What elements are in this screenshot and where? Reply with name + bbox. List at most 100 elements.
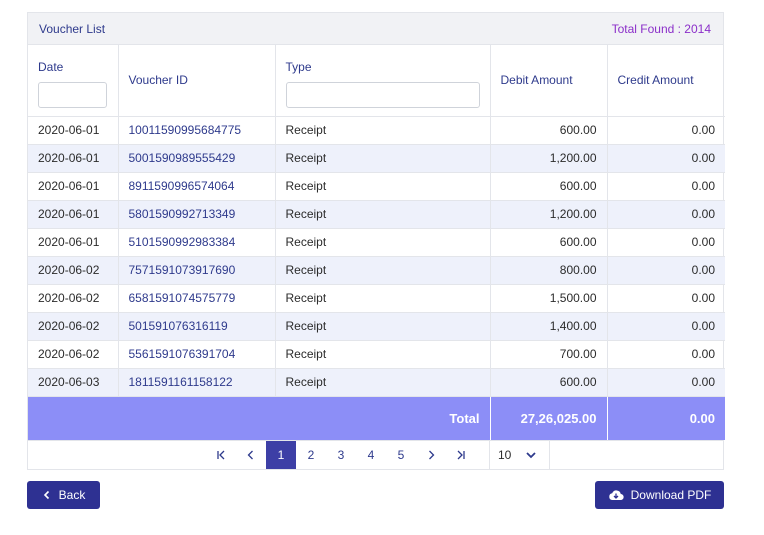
table-row: 2020-06-02 501591076316119 Receipt 1,400.00… bbox=[28, 312, 725, 341]
cell-type: Receipt bbox=[275, 172, 491, 201]
column-header-credit[interactable]: Credit Amount bbox=[607, 45, 725, 117]
cell-credit: 0.00 bbox=[607, 144, 725, 173]
pagination: 1 2 3 4 5 bbox=[206, 441, 476, 469]
column-header-debit[interactable]: Debit Amount bbox=[490, 45, 608, 117]
next-page-button[interactable] bbox=[416, 441, 446, 469]
table-row: 2020-06-02 5561591076391704 Receipt 700.00 0… bbox=[28, 340, 725, 369]
type-header-label: Type bbox=[285, 60, 312, 74]
cell-credit: 0.00 bbox=[607, 312, 725, 341]
cell-credit: 0.00 bbox=[607, 256, 725, 285]
cell-type: Receipt bbox=[275, 116, 491, 145]
chevron-down-icon bbox=[526, 452, 536, 459]
cell-date: 2020-06-01 bbox=[28, 144, 119, 173]
download-pdf-button[interactable]: Download PDF bbox=[595, 481, 724, 509]
table-row: 2020-06-01 10011590995684775 Receipt 600.00… bbox=[28, 116, 725, 145]
per-page-value: 10 bbox=[498, 448, 512, 462]
back-button-label: Back bbox=[58, 488, 86, 502]
card-title: Voucher List bbox=[39, 21, 106, 36]
cell-type: Receipt bbox=[275, 340, 491, 369]
page-button-5[interactable]: 5 bbox=[386, 441, 416, 469]
cell-date: 2020-06-02 bbox=[28, 284, 119, 313]
type-filter-input[interactable] bbox=[285, 82, 480, 108]
cell-voucher-id[interactable]: 5801590992713349 bbox=[118, 200, 276, 229]
table-row: 2020-06-02 6581591074575779 Receipt 1,500.0… bbox=[28, 284, 725, 313]
cell-credit: 0.00 bbox=[607, 172, 725, 201]
pagination-bar: 1 2 3 4 5 10 bbox=[28, 440, 723, 469]
cell-voucher-id[interactable]: 10011590995684775 bbox=[118, 116, 276, 145]
table-row: 2020-06-01 5101590992983384 Receipt 600.00 0… bbox=[28, 228, 725, 257]
cell-debit: 700.00 bbox=[490, 340, 608, 369]
first-page-icon bbox=[217, 450, 225, 460]
table-row: 2020-06-01 5001590989555429 Receipt 1,200.0… bbox=[28, 144, 725, 173]
cell-voucher-id[interactable]: 6581591074575779 bbox=[118, 284, 276, 313]
page-button-2[interactable]: 2 bbox=[296, 441, 326, 469]
chevron-left-icon bbox=[43, 490, 49, 500]
column-header-voucher-id[interactable]: Voucher ID bbox=[118, 45, 276, 117]
cell-type: Receipt bbox=[275, 228, 491, 257]
last-page-button[interactable] bbox=[446, 441, 476, 469]
cell-date: 2020-06-01 bbox=[28, 200, 119, 229]
cell-voucher-id[interactable]: 5561591076391704 bbox=[118, 340, 276, 369]
next-page-icon bbox=[429, 450, 435, 460]
cell-credit: 0.00 bbox=[607, 368, 725, 397]
cell-date: 2020-06-02 bbox=[28, 256, 119, 285]
cell-debit: 600.00 bbox=[490, 228, 608, 257]
table-header-row: Date Voucher ID Type Debit Amount Credit… bbox=[28, 45, 725, 117]
cell-date: 2020-06-03 bbox=[28, 368, 119, 397]
cell-type: Receipt bbox=[275, 284, 491, 313]
cloud-download-icon bbox=[608, 490, 624, 501]
cell-voucher-id[interactable]: 501591076316119 bbox=[118, 312, 276, 341]
totals-label: Total bbox=[28, 396, 491, 440]
last-page-icon bbox=[457, 450, 465, 460]
cell-type: Receipt bbox=[275, 312, 491, 341]
card-header: Voucher List Total Found : 2014 bbox=[28, 13, 723, 45]
cell-debit: 800.00 bbox=[490, 256, 608, 285]
cell-debit: 1,400.00 bbox=[490, 312, 608, 341]
column-header-type: Type bbox=[275, 45, 491, 117]
cell-voucher-id[interactable]: 5101590992983384 bbox=[118, 228, 276, 257]
cell-date: 2020-06-01 bbox=[28, 172, 119, 201]
cell-date: 2020-06-01 bbox=[28, 116, 119, 145]
table-row: 2020-06-03 1811591161158122 Receipt 600.00 0… bbox=[28, 368, 725, 397]
cell-debit: 600.00 bbox=[490, 116, 608, 145]
cell-voucher-id[interactable]: 7571591073917690 bbox=[118, 256, 276, 285]
page-button-3[interactable]: 3 bbox=[326, 441, 356, 469]
cell-date: 2020-06-01 bbox=[28, 228, 119, 257]
table-row: 2020-06-01 5801590992713349 Receipt 1,200.0… bbox=[28, 200, 725, 229]
totals-credit: 0.00 bbox=[607, 396, 725, 440]
cell-debit: 1,500.00 bbox=[490, 284, 608, 313]
cell-debit: 600.00 bbox=[490, 368, 608, 397]
date-header-label: Date bbox=[38, 60, 64, 74]
date-filter-input[interactable] bbox=[38, 82, 107, 108]
cell-debit: 600.00 bbox=[490, 172, 608, 201]
cell-voucher-id[interactable]: 1811591161158122 bbox=[118, 368, 276, 397]
previous-page-button[interactable] bbox=[236, 441, 266, 469]
cell-voucher-id[interactable]: 5001590989555429 bbox=[118, 144, 276, 173]
voucher-list-card: Voucher List Total Found : 2014 Date Vou… bbox=[27, 12, 725, 470]
cell-voucher-id[interactable]: 8911590996574064 bbox=[118, 172, 276, 201]
column-header-date: Date bbox=[28, 45, 119, 117]
cell-type: Receipt bbox=[275, 368, 491, 397]
cell-type: Receipt bbox=[275, 144, 491, 173]
cell-type: Receipt bbox=[275, 256, 491, 285]
first-page-button[interactable] bbox=[206, 441, 236, 469]
cell-debit: 1,200.00 bbox=[490, 200, 608, 229]
per-page-select[interactable]: 10 bbox=[489, 441, 550, 469]
cell-credit: 0.00 bbox=[607, 284, 725, 313]
download-pdf-label: Download PDF bbox=[630, 488, 712, 502]
table-row: 2020-06-02 7571591073917690 Receipt 800.00 0… bbox=[28, 256, 725, 285]
previous-page-icon bbox=[247, 450, 253, 460]
cell-credit: 0.00 bbox=[607, 116, 725, 145]
total-found-count: Total Found : 2014 bbox=[611, 21, 711, 36]
cell-credit: 0.00 bbox=[607, 228, 725, 257]
cell-credit: 0.00 bbox=[607, 200, 725, 229]
cell-date: 2020-06-02 bbox=[28, 340, 119, 369]
page-button-4[interactable]: 4 bbox=[356, 441, 386, 469]
cell-type: Receipt bbox=[275, 200, 491, 229]
table-row: 2020-06-01 8911590996574064 Receipt 600.00 0… bbox=[28, 172, 725, 201]
page-button-1[interactable]: 1 bbox=[266, 441, 296, 469]
totals-debit: 27,26,025.00 bbox=[490, 396, 608, 440]
cell-date: 2020-06-02 bbox=[28, 312, 119, 341]
back-button[interactable]: Back bbox=[27, 481, 100, 509]
totals-row: Total 27,26,025.00 0.00 bbox=[28, 396, 725, 440]
